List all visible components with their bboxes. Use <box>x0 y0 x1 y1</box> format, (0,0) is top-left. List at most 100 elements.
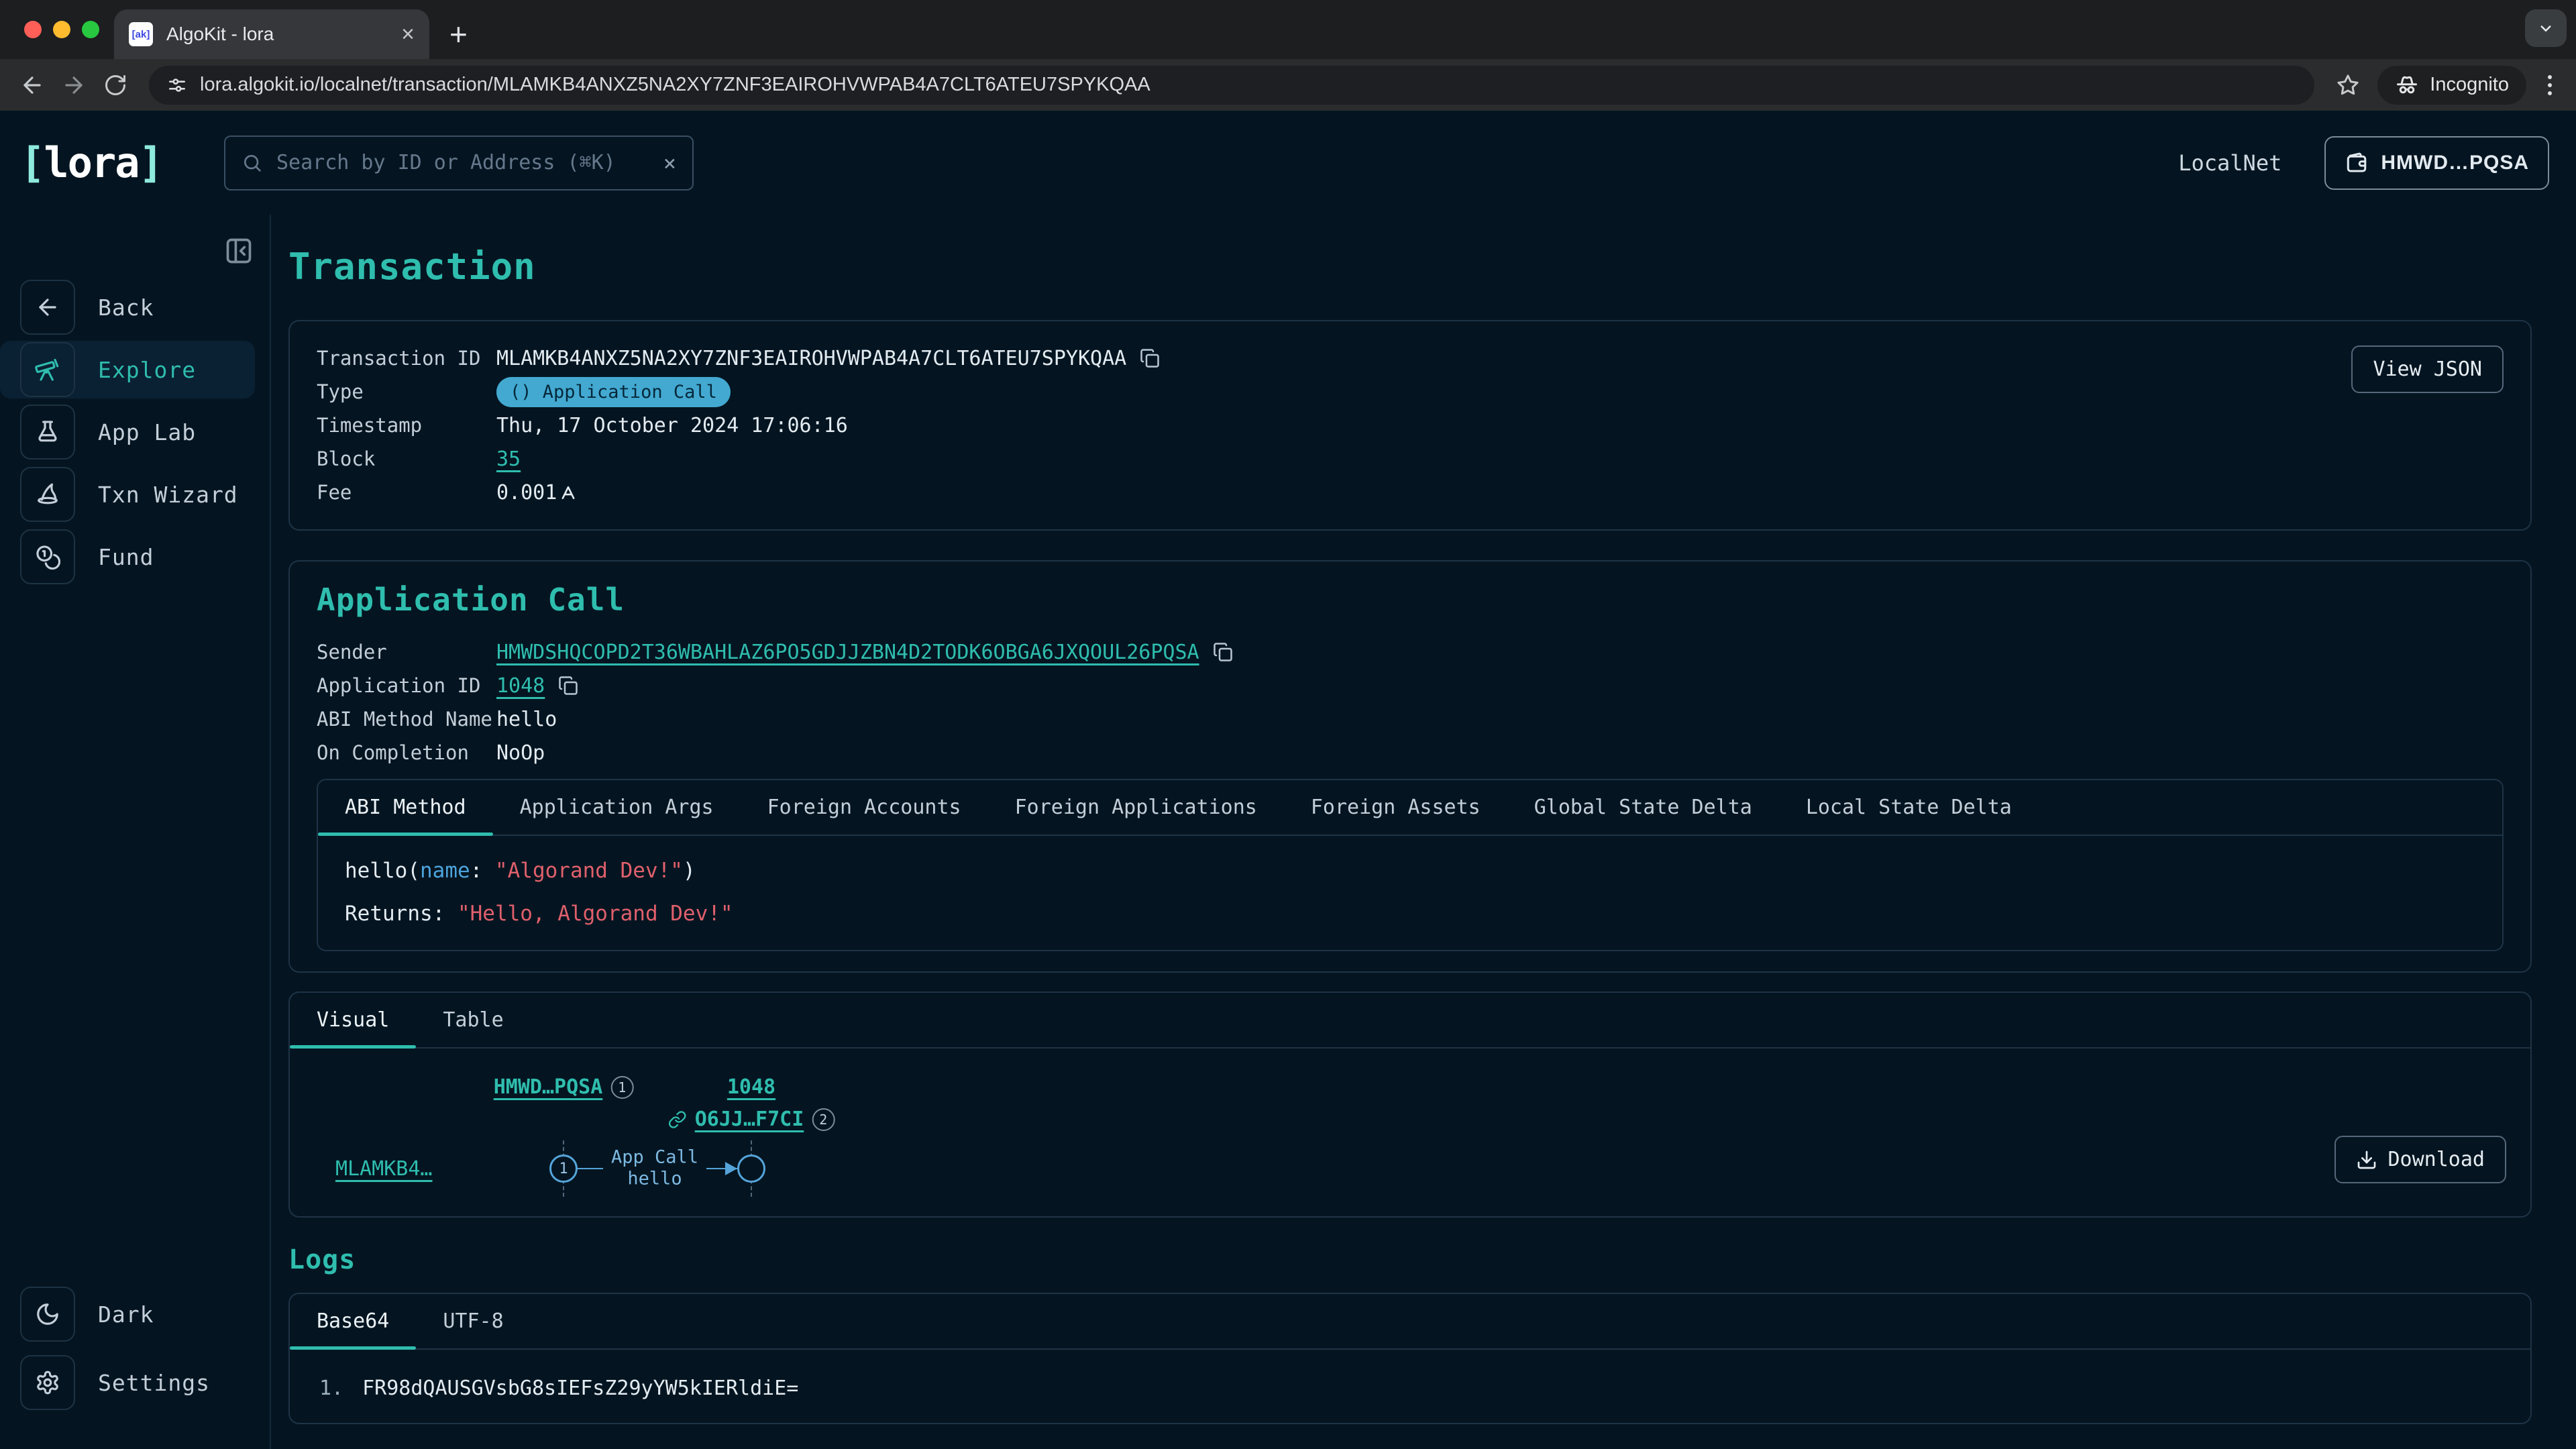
sidebar-item-explore[interactable]: Explore <box>0 341 255 398</box>
sidebar-item-app-lab[interactable]: App Lab <box>0 403 255 461</box>
timestamp-value: Thu, 17 October 2024 17:06:16 <box>496 414 848 437</box>
sidebar-nav: Back Explore App Lab Txn Wizard Fund <box>0 278 270 586</box>
tab-utf8[interactable]: UTF-8 <box>416 1294 530 1348</box>
copy-application-id-button[interactable] <box>558 676 578 696</box>
lora-app: [lora] Search by ID or Address (⌘K) × Lo… <box>0 111 2576 1449</box>
sidebar-collapse-button[interactable] <box>221 233 256 268</box>
tab-base64[interactable]: Base64 <box>290 1294 416 1348</box>
abi-method-name-row: ABI Method Name hello <box>317 702 2504 736</box>
reload-button[interactable] <box>98 68 133 103</box>
browser-toolbar: lora.algokit.io/localnet/transaction/MLA… <box>0 59 2576 111</box>
site-settings-icon[interactable] <box>166 74 188 96</box>
arrow-left-icon <box>19 72 45 98</box>
graph-account-link[interactable]: HMWD…PQSA <box>494 1075 603 1099</box>
tab-foreign-assets[interactable]: Foreign Assets <box>1284 780 1507 835</box>
on-completion-value: NoOp <box>496 741 545 765</box>
forward-button[interactable] <box>56 68 91 103</box>
logs-card: Base64 UTF-8 1. FR98dQAUSGVsbG8sIEFsZ29y… <box>288 1293 2532 1424</box>
sidebar-item-fund[interactable]: Fund <box>0 528 255 586</box>
link-icon <box>668 1110 687 1129</box>
flask-icon <box>35 419 60 445</box>
graph-group-link[interactable]: O6JJ…F7CI <box>695 1108 804 1131</box>
graph-account-header: HMWD…PQSA 1 <box>494 1075 634 1099</box>
abi-return-value: "Hello, Algorand Dev!" <box>458 902 733 926</box>
panel-collapse-icon <box>224 236 254 266</box>
browser-menu-button[interactable] <box>2538 75 2561 95</box>
star-icon <box>2336 73 2360 97</box>
back-button[interactable] <box>15 68 50 103</box>
abi-method-name-value: hello <box>496 708 557 731</box>
main-content: Transaction View JSON Transaction ID MLA… <box>271 215 2576 1449</box>
block-link[interactable]: 35 <box>496 447 521 471</box>
fee-row: Fee 0.001 <box>317 476 2504 509</box>
graph-edge-label: App Callhello <box>603 1146 706 1192</box>
graph-account-badge: 1 <box>610 1076 633 1099</box>
tab-table[interactable]: Table <box>416 993 530 1047</box>
search-placeholder: Search by ID or Address (⌘K) <box>276 151 650 174</box>
new-tab-button[interactable]: + <box>449 19 468 50</box>
tab-search-button[interactable] <box>2525 9 2567 47</box>
sidebar-item-theme-dark[interactable]: Dark <box>0 1285 255 1343</box>
tab-title: AlgoKit - lora <box>166 23 401 45</box>
graph-node-from: 1 <box>549 1155 578 1183</box>
reload-icon <box>103 73 127 97</box>
graph-row-transaction-link[interactable]: MLAMKB4… <box>335 1157 433 1181</box>
copy-transaction-id-button[interactable] <box>1140 348 1160 368</box>
tab-local-state-delta[interactable]: Local State Delta <box>1779 780 2039 835</box>
abi-method-content: hello(name: "Algorand Dev!") Returns: "H… <box>318 836 2502 950</box>
graph-group-badge: 2 <box>812 1108 835 1131</box>
network-label: LocalNet <box>2178 150 2282 176</box>
window-minimize-button[interactable] <box>53 21 70 38</box>
view-json-button[interactable]: View JSON <box>2351 345 2504 393</box>
chevron-down-icon <box>2536 18 2556 38</box>
lora-logo[interactable]: [lora] <box>20 138 162 187</box>
tab-visual[interactable]: Visual <box>290 993 416 1047</box>
tab-foreign-accounts[interactable]: Foreign Accounts <box>741 780 988 835</box>
browser-tab[interactable]: [ak] AlgoKit - lora × <box>114 9 429 59</box>
gear-icon <box>35 1370 60 1395</box>
block-row: Block 35 <box>317 442 2504 476</box>
sender-link[interactable]: HMWDSHQCOPD2T36WBAHLAZ6PO5GDJJZBN4D2TODK… <box>496 641 1199 664</box>
window-close-button[interactable] <box>24 21 42 38</box>
tab-abi-method[interactable]: ABI Method <box>318 780 493 835</box>
search-input[interactable]: Search by ID or Address (⌘K) × <box>224 136 694 191</box>
sidebar-footer: Dark Settings <box>0 1285 270 1422</box>
window-controls <box>24 21 99 38</box>
graph-application-link[interactable]: 1048 <box>727 1075 775 1099</box>
on-completion-row: On Completion NoOp <box>317 736 2504 769</box>
abi-arg-name: name <box>420 859 470 883</box>
algo-icon <box>559 484 577 501</box>
tab-global-state-delta[interactable]: Global State Delta <box>1507 780 1779 835</box>
abi-arg-value: "Algorand Dev!" <box>495 859 683 883</box>
sidebar-item-settings[interactable]: Settings <box>0 1354 255 1411</box>
application-call-title: Application Call <box>317 582 2504 618</box>
logs-tabbar: Base64 UTF-8 <box>290 1294 2530 1350</box>
copy-sender-button[interactable] <box>1213 642 1233 662</box>
application-id-link[interactable]: 1048 <box>496 674 545 698</box>
bookmark-button[interactable] <box>2330 68 2365 103</box>
application-id-row: Application ID 1048 <box>317 669 2504 702</box>
wallet-button[interactable]: HMWD…PQSA <box>2324 136 2549 190</box>
url-bar[interactable]: lora.algokit.io/localnet/transaction/MLA… <box>149 66 2314 105</box>
copy-icon <box>1213 642 1233 662</box>
page-title: Transaction <box>288 246 2532 288</box>
tab-application-args[interactable]: Application Args <box>493 780 741 835</box>
sidebar-item-back[interactable]: Back <box>0 278 255 336</box>
copy-icon <box>558 676 578 696</box>
visual-tabbar: Visual Table <box>290 993 2530 1049</box>
log-value: FR98dQAUSGVsbG8sIEFsZ29yYW5kIERldiE= <box>362 1377 798 1400</box>
transaction-graph: HMWD…PQSA 1 1048 O6JJ…F7CI 2 MLAMKB4… 1 <box>290 1049 2530 1216</box>
sidebar-item-txn-wizard[interactable]: Txn Wizard <box>0 466 255 523</box>
transaction-id-value: MLAMKB4ANXZ5NA2XY7ZNF3EAIROHVWPAB4A7CLT6… <box>496 347 1126 370</box>
tab-close-icon[interactable]: × <box>401 23 415 46</box>
window-zoom-button[interactable] <box>82 21 99 38</box>
graph-node-to <box>737 1155 765 1183</box>
tab-foreign-applications[interactable]: Foreign Applications <box>988 780 1284 835</box>
visual-card: Visual Table HMWD…PQSA 1 1048 O6JJ…F7CI … <box>288 991 2532 1218</box>
search-clear-icon[interactable]: × <box>663 150 676 176</box>
download-button[interactable]: Download <box>2334 1136 2507 1183</box>
log-entry: 1. FR98dQAUSGVsbG8sIEFsZ29yYW5kIERldiE= <box>290 1350 2530 1423</box>
incognito-label: Incognito <box>2430 74 2509 96</box>
tab-strip: [ak] AlgoKit - lora × + <box>0 0 2576 59</box>
graph-edge-arrowhead <box>725 1162 737 1175</box>
